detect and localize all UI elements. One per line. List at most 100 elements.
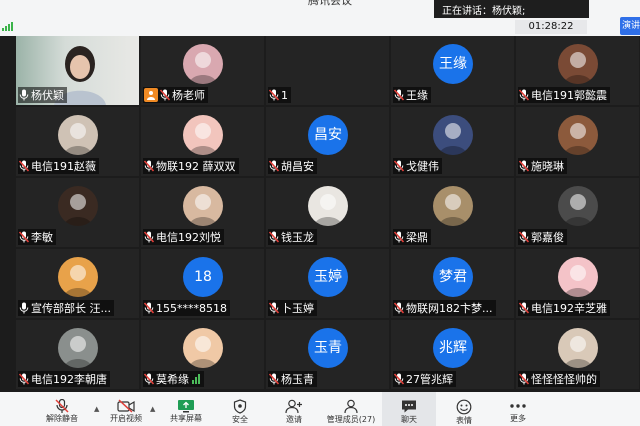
- person-avatar-icon: [558, 115, 598, 155]
- avatar-initials: 18: [183, 257, 223, 297]
- mic-muted-icon: [144, 160, 154, 172]
- participant-tile[interactable]: 1: [266, 36, 389, 105]
- security-button[interactable]: 安全: [222, 392, 258, 426]
- participant-name-bar: 胡昌安: [268, 158, 317, 174]
- members-icon: [344, 399, 358, 414]
- cartoon-avatar-icon: [183, 44, 223, 84]
- person-avatar-icon: [183, 186, 223, 226]
- mic-muted-icon: [519, 89, 529, 101]
- avatar-initials: 兆辉: [433, 328, 473, 368]
- participant-tile[interactable]: 电信192辛芝雅: [516, 249, 639, 318]
- participant-name-bar: 电信192李朝唐: [18, 371, 110, 387]
- participant-tile[interactable]: 施晓琳: [516, 107, 639, 176]
- mic-muted-icon: [394, 302, 404, 314]
- view-mode-button[interactable]: 演讲: [620, 17, 640, 35]
- participant-name-bar: 施晓琳: [518, 158, 567, 174]
- participant-name: 梁鼎: [406, 231, 428, 244]
- participant-name: 杨老师: [172, 89, 205, 102]
- person-avatar-icon: [558, 186, 598, 226]
- more-icon: [510, 404, 526, 408]
- mic-muted-icon: [160, 89, 170, 101]
- bottom-toolbar: 解除静音 ▲ 开启视频 ▲ 共享屏幕 安全 邀请 管理成员(27) 聊天 表情 …: [0, 392, 640, 426]
- invite-label: 邀请: [286, 415, 302, 424]
- participant-tile[interactable]: 兆辉 27管兆辉: [391, 320, 514, 389]
- participant-name: 电信191赵薇: [31, 160, 96, 173]
- participant-name: 27管兆辉: [406, 373, 453, 386]
- mic-muted-icon: [269, 160, 279, 172]
- participant-tile[interactable]: 李敏: [16, 178, 139, 247]
- participant-tile[interactable]: 莫希缘: [141, 320, 264, 389]
- participant-tile[interactable]: 王缘 王缘: [391, 36, 514, 105]
- participant-name: 戈健伟: [406, 160, 439, 173]
- invite-button[interactable]: 邀请: [276, 392, 312, 426]
- participant-name-bar: 物联192 薛双双: [143, 158, 239, 174]
- volume-level-icon: [192, 374, 201, 384]
- participant-name: 155****8518: [156, 301, 227, 315]
- participant-tile[interactable]: 梦君 物联网182卞梦...: [391, 249, 514, 318]
- unmute-button[interactable]: 解除静音: [36, 392, 88, 426]
- participant-tile[interactable]: 电信192李朝唐: [16, 320, 139, 389]
- mic-muted-icon: [144, 231, 154, 243]
- mic-muted-icon: [144, 302, 154, 314]
- chat-button[interactable]: 聊天: [382, 392, 436, 426]
- host-badge-icon: [144, 88, 158, 102]
- participant-tile[interactable]: 梁鼎: [391, 178, 514, 247]
- video-options-caret-icon[interactable]: ▲: [150, 405, 155, 413]
- pig-avatar-icon: [183, 115, 223, 155]
- participant-name: 杨玉青: [281, 373, 314, 386]
- dino-avatar-icon: [558, 257, 598, 297]
- mic-muted-icon: [269, 89, 279, 101]
- participant-name: 1: [281, 88, 288, 102]
- participant-name-bar: 电信191赵薇: [18, 158, 99, 174]
- participant-name: 莫希缘: [156, 373, 189, 386]
- start-video-button[interactable]: 开启视频: [100, 392, 152, 426]
- participant-tile[interactable]: 昌安 胡昌安: [266, 107, 389, 176]
- avatar-initials: 王缘: [433, 44, 473, 84]
- participant-name-bar: 电信191郭懿震: [518, 87, 610, 103]
- cat-avatar-icon: [183, 328, 223, 368]
- participant-tile[interactable]: 杨伏颖: [16, 36, 139, 105]
- participant-name-bar: 物联网182卞梦...: [393, 300, 496, 316]
- anime-avatar-icon: [433, 186, 473, 226]
- mic-options-caret-icon[interactable]: ▲: [94, 405, 99, 413]
- chat-label: 聊天: [401, 415, 417, 424]
- participant-tile[interactable]: 宣传部部长 汪...: [16, 249, 139, 318]
- network-signal-icon: [2, 22, 14, 31]
- mic-muted-icon: [519, 160, 529, 172]
- participant-name-bar: 李敏: [18, 229, 56, 245]
- participant-tile[interactable]: 玉青 杨玉青: [266, 320, 389, 389]
- mic-muted-icon: [269, 373, 279, 385]
- participant-name: 卜玉婷: [281, 302, 314, 315]
- participant-tile[interactable]: 杨老师: [141, 36, 264, 105]
- participant-tile[interactable]: 玉婷 卜玉婷: [266, 249, 389, 318]
- mic-icon: [19, 302, 29, 314]
- participant-name-bar: 1: [268, 87, 291, 103]
- more-button[interactable]: 更多: [500, 392, 536, 426]
- mic-muted-icon: [269, 231, 279, 243]
- participant-tile[interactable]: 戈健伟: [391, 107, 514, 176]
- participant-tile[interactable]: 郭嘉俊: [516, 178, 639, 247]
- share-screen-button[interactable]: 共享屏幕: [162, 392, 210, 426]
- participant-name-bar: 莫希缘: [143, 371, 204, 387]
- participant-name: 宣传部部长 汪...: [31, 302, 111, 315]
- participant-tile[interactable]: 电信192刘悦: [141, 178, 264, 247]
- participant-tile[interactable]: 电信191赵薇: [16, 107, 139, 176]
- participant-tile[interactable]: 钱玉龙: [266, 178, 389, 247]
- participant-tile[interactable]: 物联192 薛双双: [141, 107, 264, 176]
- emoji-button[interactable]: 表情: [446, 392, 482, 426]
- participant-tile[interactable]: 电信191郭懿震: [516, 36, 639, 105]
- participant-name: 杨伏颖: [31, 89, 64, 102]
- participant-name: 电信191郭懿震: [531, 89, 607, 102]
- participant-name-bar: 杨老师: [143, 87, 208, 103]
- camera-off-icon: [117, 399, 135, 413]
- person-avatar-icon: [58, 186, 98, 226]
- manage-members-button[interactable]: 管理成员(27): [322, 392, 380, 426]
- participant-tile[interactable]: 怪怪怪怪帅的: [516, 320, 639, 389]
- participant-tile[interactable]: 18 155****8518: [141, 249, 264, 318]
- participant-name: 钱玉龙: [281, 231, 314, 244]
- title-bar: 腾讯会议 正在讲话：杨伏颖; 01:28:22 演讲: [0, 0, 640, 36]
- mic-muted-icon: [19, 160, 29, 172]
- tiger-avatar-icon: [58, 257, 98, 297]
- person-avatar-icon: [58, 115, 98, 155]
- speaking-label: 正在讲话：杨伏颖;: [442, 5, 526, 17]
